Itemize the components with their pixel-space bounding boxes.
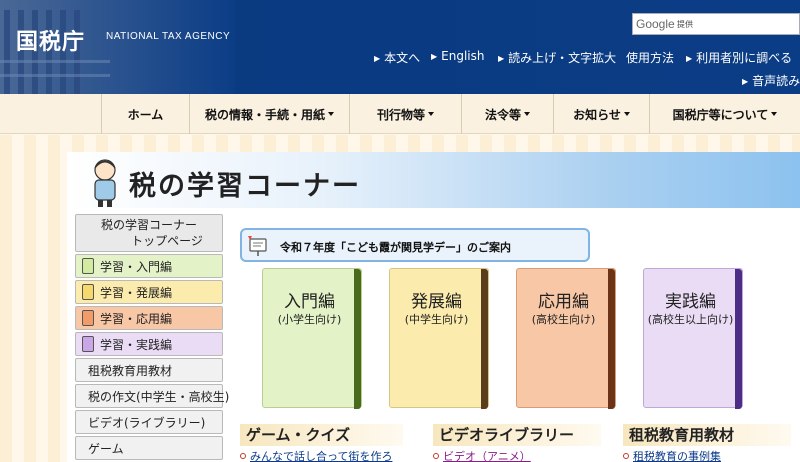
caret-down-icon <box>524 112 530 116</box>
notebook-subtitle: (高校生向け) <box>531 313 596 326</box>
sidebar-item-label: 税の作文(中学生・高校生) <box>88 389 230 404</box>
voice-reading-link[interactable]: ▶ 音声読み <box>742 72 800 89</box>
caret-down-icon <box>623 112 630 116</box>
book-icon <box>82 258 94 274</box>
chevron-right-icon: ▶ <box>431 52 438 61</box>
notebook-subtitle: (高校生以上向け) <box>647 313 734 326</box>
caret-down-icon <box>328 112 334 116</box>
nav-news[interactable]: お知らせ <box>553 94 649 134</box>
section-heading-games: ゲーム・クイズ <box>240 424 403 446</box>
util-link-usage: 使用方法 <box>626 51 675 65</box>
notebook-subtitle: (小学生向け) <box>277 313 342 326</box>
search-brand-label: Google <box>636 17 675 31</box>
link-text[interactable]: みんなで話し合って街を作ろ <box>250 450 392 462</box>
caret-down-icon <box>771 112 778 116</box>
announcement-text: 令和７年度「こども霞が関見学デー」のご案内 <box>280 241 511 254</box>
sidebar: 税の学習コーナー トップページ 学習・入門編 学習・発展編 学習・応用編 学習・… <box>75 212 229 462</box>
util-link-skip[interactable]: ▶ 本文へ <box>374 49 420 66</box>
page-title: 税の学習コーナー <box>129 171 361 202</box>
section-heading-materials: 租税教育用教材 <box>623 424 791 446</box>
sidebar-item-essay[interactable]: 税の作文(中学生・高校生) <box>75 384 229 408</box>
notebook-title: 応用編 <box>538 292 589 312</box>
chevron-right-icon: ▶ <box>742 77 749 86</box>
book-icon <box>82 336 94 352</box>
corner-banner: 税の学習コーナー <box>67 152 800 208</box>
notebook-applied[interactable]: 応用編 (高校生向け) <box>516 268 616 409</box>
sidebar-item-label: ゲーム <box>88 441 124 456</box>
sidebar-item-label: 学習・応用編 <box>100 311 173 326</box>
notebook-practice[interactable]: 実践編 (高校生以上向け) <box>643 268 743 409</box>
util-link-readaloud[interactable]: ▶ 読み上げ・文字拡大 <box>498 49 616 66</box>
sidebar-item-video[interactable]: ビデオ(ライブラリー) <box>75 410 223 434</box>
section-link-video[interactable]: ビデオ（アニメ） <box>433 448 531 462</box>
chevron-right-icon: ▶ <box>374 54 381 63</box>
sidebar-item-practice[interactable]: 学習・実践編 <box>75 332 223 356</box>
sidebar-item-intro[interactable]: 学習・入門編 <box>75 254 223 278</box>
section-heading-video: ビデオライブラリー <box>433 424 601 446</box>
announcement-banner[interactable]: 令和７年度「こども霞が関見学デー」のご案内 <box>240 228 590 262</box>
book-icon <box>82 284 94 300</box>
chevron-right-icon: ▶ <box>686 54 693 63</box>
notebook-title: 入門編 <box>284 292 335 312</box>
sidebar-item-materials[interactable]: 租税教育用教材 <box>75 358 223 382</box>
search-input[interactable]: Google 提供 <box>632 13 800 35</box>
notebook-title: 実践編 <box>665 292 716 312</box>
link-text[interactable]: ビデオ（アニメ） <box>443 450 531 462</box>
link-text[interactable]: 租税教育の事例集 <box>633 450 721 462</box>
sidebar-item-top[interactable]: 税の学習コーナー トップページ <box>75 214 223 252</box>
nav-home[interactable]: ホーム <box>101 94 189 134</box>
sidebar-item-label: 租税教育用教材 <box>88 363 173 378</box>
sidebar-item-label: 学習・実践編 <box>100 337 173 352</box>
notebook-advanced[interactable]: 発展編 (中学生向け) <box>389 268 489 409</box>
util-link-english[interactable]: ▶ English <box>431 49 485 63</box>
notebook-title: 発展編 <box>411 292 462 312</box>
utility-links: ▶ 本文へ ▶ English ▶ 読み上げ・文字拡大 使用方法 ▶ 利用者別に調べる <box>368 49 800 65</box>
bullet-icon <box>623 453 629 459</box>
main-panel: 税の学習コーナー 税の学習コーナー トップページ 学習・入門編 学習・発展編 学… <box>67 152 800 462</box>
sidebar-top-label: 税の学習コーナー <box>100 218 197 232</box>
sidebar-item-advanced[interactable]: 学習・発展編 <box>75 280 223 304</box>
nav-laws[interactable]: 法令等 <box>461 94 553 134</box>
search-provider-label: 提供 <box>677 20 693 29</box>
sidebar-item-label: ビデオ(ライブラリー) <box>88 415 206 430</box>
sidebar-item-label: 学習・入門編 <box>100 259 173 274</box>
sidebar-item-label: 学習・発展編 <box>100 285 173 300</box>
sidebar-top-sublabel: トップページ <box>131 234 203 248</box>
site-header: 国税庁 NATIONAL TAX AGENCY Google 提供 ▶ 本文へ ▶… <box>0 0 800 94</box>
notice-board-icon <box>248 236 267 256</box>
caret-down-icon <box>428 112 434 116</box>
book-icon <box>82 310 94 326</box>
student-character-icon <box>94 159 116 207</box>
site-logo[interactable]: 国税庁 <box>16 24 85 56</box>
bullet-icon <box>240 453 246 459</box>
chevron-right-icon: ▶ <box>498 54 505 63</box>
nav-publications[interactable]: 刊行物等 <box>349 94 461 134</box>
sidebar-item-applied[interactable]: 学習・応用編 <box>75 306 223 330</box>
sidebar-item-game[interactable]: ゲーム <box>75 436 223 460</box>
global-nav: ホーム 税の情報・手続・用紙 刊行物等 法令等 お知らせ 国税庁等について <box>0 94 800 134</box>
nav-tax-info[interactable]: 税の情報・手続・用紙 <box>189 94 349 134</box>
util-link-by-user[interactable]: ▶ 利用者別に調べる <box>686 49 792 66</box>
bullet-icon <box>433 453 439 459</box>
section-link-materials[interactable]: 租税教育の事例集 <box>623 448 721 462</box>
notebook-intro[interactable]: 入門編 (小学生向け) <box>262 268 362 409</box>
agency-name-english: NATIONAL TAX AGENCY <box>106 31 231 42</box>
notebook-subtitle: (中学生向け) <box>404 313 469 326</box>
nav-about[interactable]: 国税庁等について <box>649 94 800 134</box>
section-link-games[interactable]: みんなで話し合って街を作ろ <box>240 448 392 462</box>
